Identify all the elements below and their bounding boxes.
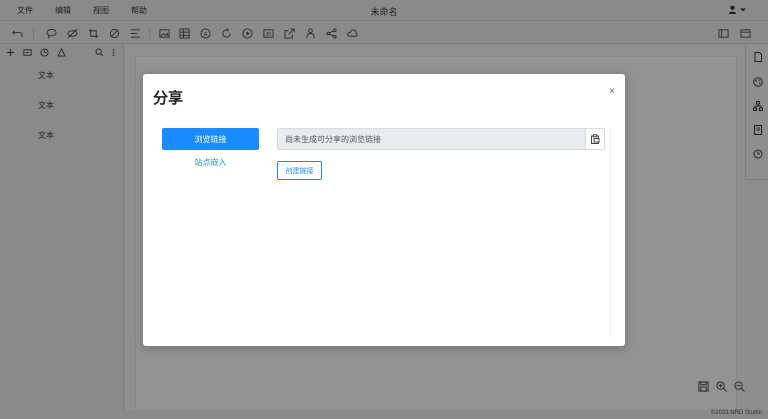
create-link-button[interactable]: 创建链接	[277, 161, 322, 180]
share-icon[interactable]	[324, 26, 338, 40]
sitemap-icon[interactable]	[751, 99, 764, 112]
layer-item[interactable]: 文本	[38, 130, 54, 141]
history-icon[interactable]	[751, 147, 764, 160]
main-menu: 文件 编辑 视图 帮助	[0, 5, 169, 16]
history-icon[interactable]	[39, 47, 50, 58]
copyright-text: ©2023 NRD Studio	[710, 410, 762, 416]
left-panel: 文本 文本 文本	[0, 44, 124, 410]
menubar: 文件 编辑 视图 帮助 未命名	[0, 0, 768, 20]
save-icon[interactable]	[697, 380, 709, 392]
notebook-icon[interactable]	[751, 123, 764, 136]
svg-text:3D: 3D	[265, 31, 271, 36]
user-icon	[728, 5, 737, 14]
right-gutter	[745, 180, 768, 410]
component-icon[interactable]	[22, 47, 33, 58]
add-icon[interactable]	[5, 47, 16, 58]
search-icon[interactable]	[94, 47, 105, 58]
image-icon[interactable]	[157, 26, 171, 40]
layer-item[interactable]: 文本	[38, 100, 54, 111]
cloud-upload-icon[interactable]	[345, 26, 359, 40]
svg-text:A: A	[203, 31, 207, 37]
clear-format-icon[interactable]	[107, 26, 121, 40]
toolbar-divider	[33, 27, 34, 39]
hierarchy-icon[interactable]	[56, 47, 67, 58]
right-panel-toggle-icon[interactable]	[738, 26, 752, 40]
zoom-out-icon[interactable]	[733, 380, 745, 392]
toolbar-divider	[149, 27, 150, 39]
menu-edit[interactable]: 编辑	[55, 5, 71, 16]
table-icon[interactable]	[177, 26, 191, 40]
user-menu[interactable]	[728, 5, 746, 14]
toolbar: A 3D	[0, 20, 768, 44]
page-icon[interactable]	[751, 50, 764, 63]
align-list-icon[interactable]	[128, 26, 142, 40]
tab-browse-link[interactable]: 浏览链接	[162, 128, 259, 150]
close-icon[interactable]: ×	[609, 86, 615, 97]
lasso-icon[interactable]	[44, 26, 58, 40]
refresh-icon[interactable]	[219, 26, 233, 40]
palette-icon[interactable]	[751, 75, 764, 88]
left-panel-toggle-icon[interactable]	[716, 26, 730, 40]
share-dialog: 分享 × 浏览链接 站点嵌入 创建链接	[143, 74, 625, 346]
caret-down-icon	[740, 8, 746, 11]
share-link-group	[277, 128, 605, 150]
embed-icon[interactable]: 3D	[261, 26, 275, 40]
zoom-controls	[697, 380, 745, 392]
layer-item[interactable]: 文本	[38, 70, 54, 81]
user-group-icon[interactable]	[303, 26, 317, 40]
hide-icon[interactable]	[65, 26, 79, 40]
divider	[610, 128, 611, 338]
tab-site-embed[interactable]: 站点嵌入	[162, 157, 259, 168]
menu-file[interactable]: 文件	[17, 5, 33, 16]
dialog-title: 分享	[153, 90, 184, 107]
external-link-icon[interactable]	[282, 26, 296, 40]
formula-icon[interactable]: A	[198, 26, 212, 40]
status-bar: ©2023 NRD Studio	[0, 410, 768, 419]
menu-help[interactable]: 帮助	[131, 5, 147, 16]
more-icon[interactable]	[108, 47, 119, 58]
crop-icon[interactable]	[86, 26, 100, 40]
menu-view[interactable]: 视图	[93, 5, 109, 16]
zoom-in-icon[interactable]	[715, 380, 727, 392]
undo-icon[interactable]	[10, 26, 24, 40]
share-link-input[interactable]	[278, 129, 586, 149]
right-sidebar	[745, 44, 768, 180]
copy-icon[interactable]	[585, 129, 604, 149]
left-panel-toolbar	[0, 44, 123, 60]
play-icon[interactable]	[240, 26, 254, 40]
